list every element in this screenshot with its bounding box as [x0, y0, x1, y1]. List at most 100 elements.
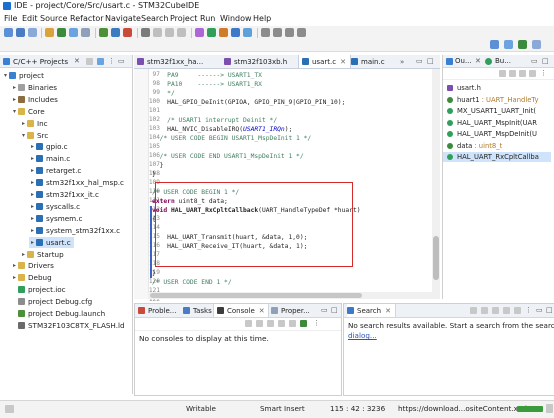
- minimize-icon[interactable]: ▭: [321, 306, 328, 314]
- menu-project[interactable]: Project: [170, 14, 197, 23]
- view-menu-icon[interactable]: ⋮: [525, 306, 532, 314]
- prev-match-icon[interactable]: [481, 307, 488, 314]
- menu-run[interactable]: Run: [200, 14, 215, 23]
- tree-item[interactable]: ▸ sysmem.c: [29, 213, 82, 224]
- code-area[interactable]: PA9 ------> USART1_TX PA10 ------> USART…: [148, 69, 432, 292]
- device-config-icon[interactable]: [69, 28, 78, 37]
- status-toggle-icon[interactable]: [5, 405, 14, 413]
- tree-item[interactable]: ▾ project: [2, 70, 44, 81]
- tree-item[interactable]: ▸ gpio.c: [29, 141, 68, 152]
- skip-icon[interactable]: [141, 28, 150, 37]
- tree-item[interactable]: ▸ Includes: [11, 94, 58, 105]
- collapsed-arrow-icon[interactable]: ▸: [29, 143, 36, 150]
- debug-perspective-icon[interactable]: [518, 40, 527, 49]
- tree-item[interactable]: ▾ Src: [20, 130, 48, 141]
- collapsed-arrow-icon[interactable]: ▸: [29, 227, 36, 234]
- menu-source[interactable]: Source: [40, 14, 67, 23]
- more-tabs-icon[interactable]: »: [400, 58, 404, 66]
- collapsed-arrow-icon[interactable]: ▸: [20, 120, 27, 127]
- open-perspective-icon[interactable]: [490, 40, 499, 49]
- tab-properties[interactable]: Proper...: [271, 304, 310, 317]
- menu-search[interactable]: Search: [141, 14, 168, 23]
- collapsed-arrow-icon[interactable]: ▸: [29, 155, 36, 162]
- menu-navigate[interactable]: Navigate: [105, 14, 141, 23]
- maximize-icon[interactable]: □: [542, 57, 549, 65]
- menu-edit[interactable]: Edit: [22, 14, 38, 23]
- properties-icon[interactable]: [81, 28, 90, 37]
- cube-perspective-icon[interactable]: [504, 40, 513, 49]
- tree-item[interactable]: ▾ Core: [11, 106, 45, 117]
- tab-console[interactable]: Console ✕: [213, 304, 269, 317]
- forward-icon[interactable]: [297, 28, 306, 37]
- collapsed-arrow-icon[interactable]: ▸: [29, 179, 36, 186]
- sort-icon[interactable]: [499, 70, 506, 77]
- outline-item[interactable]: HAL_UART_RxCpltCallba: [443, 152, 551, 162]
- outline-item[interactable]: usart.h: [447, 83, 481, 93]
- tree-item[interactable]: ▸ Inc: [20, 118, 48, 129]
- expanded-arrow-icon[interactable]: ▾: [2, 72, 9, 79]
- scroll-thumb[interactable]: [433, 236, 439, 280]
- tab-main[interactable]: main.c: [348, 55, 395, 68]
- link-editor-icon[interactable]: [97, 58, 104, 65]
- view-menu-icon[interactable]: ⋮: [540, 69, 547, 77]
- next-match-icon[interactable]: [470, 307, 477, 314]
- tab-build-targets[interactable]: Bu...: [495, 57, 511, 65]
- minimize-icon[interactable]: ▭: [531, 57, 538, 65]
- disconnect-icon[interactable]: [177, 28, 186, 37]
- pin-console-icon[interactable]: [278, 320, 285, 327]
- tree-item[interactable]: ▸ Startup: [20, 249, 64, 260]
- build-icon[interactable]: [45, 28, 54, 37]
- new-icon[interactable]: [4, 28, 13, 37]
- run-last-icon[interactable]: [207, 28, 216, 37]
- progress-details-icon[interactable]: [546, 404, 553, 413]
- view-menu-icon[interactable]: ⋮: [313, 319, 320, 327]
- tree-item[interactable]: ▸ retarget.c: [29, 165, 81, 176]
- tree-item[interactable]: ▸ system_stm32f1xx.c: [29, 225, 120, 236]
- next-edit-icon[interactable]: [273, 28, 282, 37]
- tab-outline[interactable]: Ou...: [455, 57, 472, 65]
- open-type-icon[interactable]: [243, 28, 252, 37]
- close-tab-icon[interactable]: ✕: [385, 307, 391, 315]
- minimize-icon[interactable]: ▭: [416, 57, 423, 65]
- terminate-icon[interactable]: [165, 28, 174, 37]
- outline-item[interactable]: HAL_UART_MspInit(UAR: [447, 118, 537, 128]
- tree-item[interactable]: project Debug.launch: [11, 308, 105, 319]
- collapsed-arrow-icon[interactable]: ▸: [20, 251, 27, 258]
- collapsed-arrow-icon[interactable]: ▸: [29, 167, 36, 174]
- tab-tasks[interactable]: Tasks: [183, 304, 212, 317]
- collapsed-arrow-icon[interactable]: ▸: [11, 96, 18, 103]
- tree-item[interactable]: ▸ stm32f1xx_hal_msp.c: [29, 177, 124, 188]
- collapsed-arrow-icon[interactable]: ▸: [29, 215, 36, 222]
- close-tab-icon[interactable]: ✕: [259, 307, 265, 315]
- collapse-all-icon[interactable]: [86, 58, 93, 65]
- save-all-icon[interactable]: [28, 28, 37, 37]
- expand-all-icon[interactable]: [503, 307, 510, 314]
- maximize-icon[interactable]: □: [546, 306, 553, 314]
- menu-help[interactable]: Help: [253, 14, 271, 23]
- menu-window[interactable]: Window: [220, 14, 252, 23]
- display-console-icon[interactable]: [289, 320, 296, 327]
- back-icon[interactable]: [285, 28, 294, 37]
- tab-stm32f1xx-hal[interactable]: stm32f1xx_ha...: [134, 55, 223, 68]
- code-editor[interactable]: stm32f1xx_ha... stm32f103xb.h usart.c ✕ …: [134, 55, 440, 303]
- hide-fields-icon[interactable]: [509, 70, 516, 77]
- outline-item[interactable]: MX_USART1_UART_Init(: [447, 106, 536, 116]
- tree-item[interactable]: project.ioc: [11, 284, 66, 295]
- collapsed-arrow-icon[interactable]: ▸: [11, 84, 18, 91]
- tree-item[interactable]: ▸ Drivers: [11, 260, 54, 271]
- collapsed-arrow-icon[interactable]: ▸: [11, 262, 18, 269]
- tree-item[interactable]: ▸ syscalls.c: [29, 201, 80, 212]
- run-icon[interactable]: [99, 28, 108, 37]
- minimize-icon[interactable]: ▭: [118, 57, 125, 65]
- stop-icon[interactable]: [123, 28, 132, 37]
- search-dialog-link[interactable]: dialog...: [348, 331, 377, 340]
- debug-icon[interactable]: [57, 28, 66, 37]
- remove-match-icon[interactable]: [492, 307, 499, 314]
- tree-item[interactable]: ▸ usart.c: [29, 236, 74, 248]
- prev-edit-icon[interactable]: [261, 28, 270, 37]
- collapsed-arrow-icon[interactable]: ▸: [29, 191, 36, 198]
- project-explorer-title[interactable]: C/C++ Projects: [13, 57, 68, 66]
- suspend-icon[interactable]: [153, 28, 162, 37]
- outline-item[interactable]: huart1: UART_HandleTy: [447, 95, 539, 105]
- scroll-lock-icon[interactable]: [256, 320, 263, 327]
